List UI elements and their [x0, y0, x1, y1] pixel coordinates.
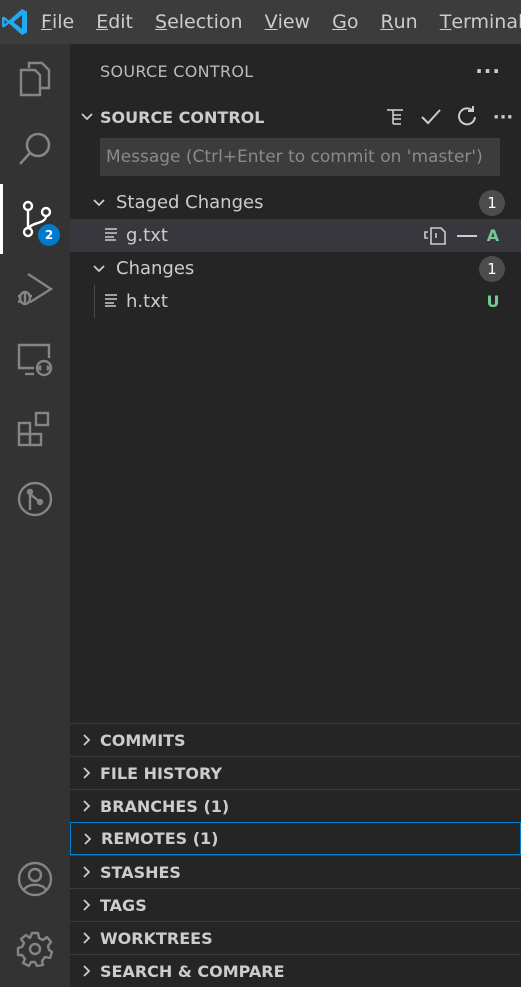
menu-edit-mnemonic: E [96, 11, 109, 33]
sidebar-title: SOURCE CONTROL [100, 61, 254, 81]
menu-file-label: ile [51, 11, 75, 33]
chevron-right-icon [76, 795, 98, 817]
menu-edit[interactable]: Edit [85, 0, 144, 44]
accounts-icon[interactable] [0, 844, 70, 914]
search-icon[interactable] [0, 114, 70, 184]
chevron-right-icon [76, 729, 98, 751]
menu-view[interactable]: View [254, 0, 322, 44]
panel-branches[interactable]: BRANCHES (1) [70, 789, 521, 822]
changes-label: Changes [116, 258, 195, 279]
menu-edit-label: dit [108, 11, 133, 33]
chevron-down-icon [88, 258, 110, 280]
menu-go[interactable]: Go [321, 0, 369, 44]
file-row-g-txt[interactable]: g.txt A [70, 219, 521, 252]
source-control-icon[interactable]: 2 [0, 184, 70, 254]
panel-worktrees[interactable]: WORKTREES [70, 921, 521, 954]
source-control-sidebar: SOURCE CONTROL ··· SOURCE CONTROL ··· Me… [70, 44, 521, 987]
source-control-badge: 2 [38, 224, 60, 246]
staged-count-badge: 1 [479, 189, 505, 216]
chevron-right-icon [76, 960, 98, 982]
menu-terminal-mnemonic: T [439, 11, 452, 33]
chevron-right-icon [76, 861, 98, 883]
staged-changes-group[interactable]: Staged Changes 1 [70, 186, 521, 219]
menu-run-label: un [393, 11, 418, 33]
panel-title: STASHES [100, 862, 181, 882]
panel-title: COMMITS [100, 730, 186, 750]
run-debug-icon[interactable] [0, 254, 70, 324]
extensions-icon[interactable] [0, 394, 70, 464]
sidebar-more-actions-button[interactable]: ··· [475, 59, 501, 83]
menu-view-label: iew [277, 11, 311, 33]
panel-title: FILE HISTORY [100, 763, 222, 783]
file-row-h-txt[interactable]: h.txt U [70, 285, 521, 318]
panel-tags[interactable]: TAGS [70, 888, 521, 921]
chevron-down-icon [76, 106, 98, 128]
commit-check-button[interactable] [413, 99, 449, 135]
menu-bar: File Edit Selection View Go Run Terminal [0, 0, 521, 44]
activity-bar: 2 [0, 44, 70, 987]
panel-file-history[interactable]: FILE HISTORY [70, 756, 521, 789]
menu-terminal[interactable]: Terminal [429, 0, 521, 44]
menu-view-mnemonic: V [264, 11, 278, 33]
gitlens-icon[interactable] [0, 464, 70, 534]
chevron-right-icon [76, 927, 98, 949]
source-control-section-header[interactable]: SOURCE CONTROL ··· [70, 98, 521, 136]
panel-title: SEARCH & COMPARE [100, 961, 285, 981]
panel-title: REMOTES (1) [101, 829, 219, 848]
panel-title: TAGS [100, 895, 147, 915]
chevron-right-icon [77, 828, 99, 850]
panel-stashes[interactable]: STASHES [70, 855, 521, 888]
changes-count-badge: 1 [479, 255, 505, 282]
vscode-logo-icon [0, 0, 30, 44]
chevron-right-icon [76, 894, 98, 916]
section-title: SOURCE CONTROL [100, 107, 265, 127]
menu-file[interactable]: File [30, 0, 85, 44]
panel-title: BRANCHES (1) [100, 796, 230, 816]
view-as-tree-button[interactable] [377, 99, 413, 135]
menu-go-label: o [346, 11, 359, 33]
sidebar-header: SOURCE CONTROL ··· [70, 44, 521, 98]
file-status-added: A [486, 226, 500, 245]
text-file-icon [104, 225, 118, 246]
menu-selection[interactable]: Selection [144, 0, 254, 44]
chevron-down-icon [88, 192, 110, 214]
menu-go-mnemonic: G [332, 11, 347, 33]
file-name: h.txt [126, 291, 168, 312]
menu-file-mnemonic: F [41, 11, 52, 33]
commit-message-input[interactable] [100, 138, 500, 176]
staged-changes-label: Staged Changes [116, 192, 264, 213]
text-file-icon [104, 291, 118, 312]
refresh-button[interactable] [449, 99, 485, 135]
file-name: g.txt [126, 225, 168, 246]
open-file-button[interactable] [419, 221, 451, 251]
menu-selection-mnemonic: S [155, 11, 168, 33]
menu-terminal-label: erminal [451, 11, 521, 33]
changes-group[interactable]: Changes 1 [70, 252, 521, 285]
menu-run[interactable]: Run [369, 0, 428, 44]
manage-gear-icon[interactable] [0, 914, 70, 984]
chevron-right-icon [76, 762, 98, 784]
menu-run-mnemonic: R [380, 11, 394, 33]
more-actions-button[interactable]: ··· [485, 99, 521, 135]
explorer-icon[interactable] [0, 44, 70, 114]
unstage-changes-button[interactable] [451, 221, 483, 251]
panel-search-compare[interactable]: SEARCH & COMPARE [70, 954, 521, 987]
file-status-untracked: U [486, 292, 500, 311]
panel-title: WORKTREES [100, 928, 213, 948]
menu-selection-label: election [167, 11, 243, 33]
remote-explorer-icon[interactable] [0, 324, 70, 394]
panel-commits[interactable]: COMMITS [70, 723, 521, 756]
panel-remotes[interactable]: REMOTES (1) [70, 822, 521, 855]
